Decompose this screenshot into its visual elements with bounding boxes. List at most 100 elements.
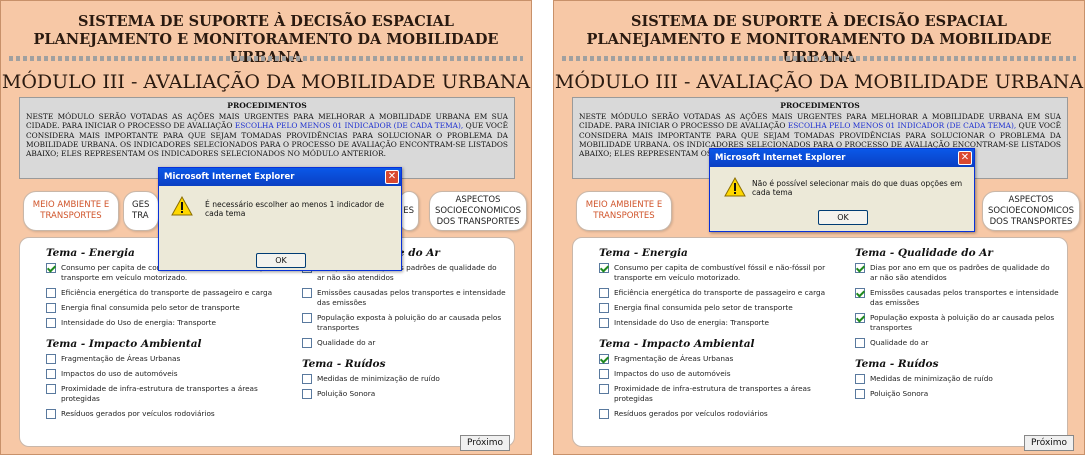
- indicator-item[interactable]: Emissões causadas pelos transportes e in…: [302, 288, 506, 308]
- indicator-item[interactable]: Consumo per capita de combustível fóssil…: [599, 263, 839, 283]
- tab-label: GES TRA: [132, 200, 150, 221]
- checkbox[interactable]: [302, 374, 312, 384]
- checkbox[interactable]: [302, 288, 312, 298]
- indicator-item[interactable]: Energia final consumida pelo setor de tr…: [46, 303, 286, 313]
- column-left: Tema - Energia Consumo per capita de com…: [46, 246, 286, 424]
- checkbox[interactable]: [855, 313, 865, 323]
- column-right: Tema - Qualidade do Ar Dias por ano em q…: [855, 246, 1059, 404]
- indicator-item[interactable]: Eficiência energética do transporte de p…: [46, 288, 286, 298]
- indicator-item[interactable]: Eficiência energética do transporte de p…: [599, 288, 839, 298]
- checkbox[interactable]: [855, 288, 865, 298]
- indicator-item[interactable]: Dias por ano em que os padrões de qualid…: [855, 263, 1059, 283]
- tab-meio-ambiente[interactable]: MEIO AMBIENTE E TRANSPORTES: [23, 191, 119, 231]
- close-icon[interactable]: ✕: [385, 170, 399, 184]
- theme-qualidade-title: Tema - Qualidade do Ar: [855, 247, 993, 259]
- checkbox[interactable]: [302, 313, 312, 323]
- system-title-line1: SISTEMA DE SUPORTE À DECISÃO ESPACIAL: [78, 13, 454, 30]
- system-title-line2: PLANEJAMENTO E MONITORAMENTO DA MOBILIDA…: [586, 31, 1052, 66]
- dialog-title: Microsoft Internet Explorer: [164, 172, 295, 182]
- tab-meio-ambiente[interactable]: MEIO AMBIENTE E TRANSPORTES: [576, 191, 672, 231]
- indicator-item[interactable]: Proximidade de infra-estrutura de transp…: [46, 384, 286, 404]
- left-screen: SISTEMA DE SUPORTE À DECISÃO ESPACIAL PL…: [0, 0, 532, 455]
- indicator-item[interactable]: Resíduos gerados por veículos rodoviário…: [46, 409, 286, 419]
- procedures-heading: PROCEDIMENTOS: [227, 101, 307, 110]
- checkbox[interactable]: [46, 369, 56, 379]
- divider: [562, 56, 1076, 61]
- indicator-item[interactable]: Fragmentação de Áreas Urbanas: [46, 354, 286, 364]
- indicator-item[interactable]: Energia final consumida pelo setor de tr…: [599, 303, 839, 313]
- alert-dialog: Microsoft Internet Explorer ✕ Não é poss…: [709, 148, 975, 232]
- system-title-line1: SISTEMA DE SUPORTE À DECISÃO ESPACIAL: [631, 13, 1007, 30]
- indicator-item[interactable]: Qualidade do ar: [302, 338, 506, 348]
- indicator-item[interactable]: Proximidade de infra-estrutura de transp…: [599, 384, 839, 404]
- checkbox[interactable]: [855, 338, 865, 348]
- checkbox[interactable]: [46, 384, 56, 394]
- divider: [9, 56, 523, 61]
- right-screen: SISTEMA DE SUPORTE À DECISÃO ESPACIAL PL…: [553, 0, 1085, 455]
- checkbox[interactable]: [46, 288, 56, 298]
- checkbox[interactable]: [302, 338, 312, 348]
- tab-label: ASPECTOS SOCIOECONOMICOS DOS TRANSPORTES: [987, 194, 1075, 227]
- alert-dialog: Microsoft Internet Explorer ✕ É necessár…: [158, 167, 402, 271]
- theme-impacto-title: Tema - Impacto Ambiental: [46, 338, 202, 350]
- tab-label: ES: [403, 205, 414, 216]
- checkbox[interactable]: [599, 354, 609, 364]
- dialog-message: Não é possível selecionar mais do que du…: [752, 179, 963, 197]
- indicator-item[interactable]: Medidas de minimização de ruído: [302, 374, 506, 384]
- checkbox[interactable]: [46, 303, 56, 313]
- checkbox[interactable]: [855, 389, 865, 399]
- indicators-panel: Tema - Energia Consumo per capita de com…: [572, 237, 1068, 447]
- procedures-highlight: ESCOLHA PELO MENOS 01 INDICADOR (DE CADA…: [234, 121, 464, 131]
- checkbox[interactable]: [599, 384, 609, 394]
- tab-label: ASPECTOS SOCIOECONOMICOS DOS TRANSPORTES: [434, 194, 522, 227]
- tab-aspectos[interactable]: ASPECTOS SOCIOECONOMICOS DOS TRANSPORTES: [429, 191, 527, 231]
- indicator-item[interactable]: Resíduos gerados por veículos rodoviário…: [599, 409, 839, 419]
- indicator-item[interactable]: População exposta à poluição do ar causa…: [302, 313, 506, 333]
- checkbox[interactable]: [302, 389, 312, 399]
- next-button[interactable]: Próximo: [460, 435, 510, 451]
- indicator-item[interactable]: Poluição Sonora: [855, 389, 1059, 399]
- checkbox[interactable]: [599, 318, 609, 328]
- module-title: MÓDULO III - AVALIAÇÃO DA MOBILIDADE URB…: [554, 71, 1084, 93]
- indicator-item[interactable]: Intensidade do Uso de energia: Transport…: [599, 318, 839, 328]
- dialog-title: Microsoft Internet Explorer: [715, 153, 846, 163]
- warning-icon: [171, 196, 193, 216]
- indicator-item[interactable]: Impactos do uso de automóveis: [599, 369, 839, 379]
- tab-partial[interactable]: ES: [399, 191, 419, 231]
- system-title-line2: PLANEJAMENTO E MONITORAMENTO DA MOBILIDA…: [33, 31, 499, 66]
- tab-label: MEIO AMBIENTE E TRANSPORTES: [585, 200, 663, 221]
- tab-aspectos[interactable]: ASPECTOS SOCIOECONOMICOS DOS TRANSPORTES: [982, 191, 1080, 231]
- indicator-item[interactable]: Impactos do uso de automóveis: [46, 369, 286, 379]
- indicator-item[interactable]: Emissões causadas pelos transportes e in…: [855, 288, 1059, 308]
- column-left: Tema - Energia Consumo per capita de com…: [599, 246, 839, 424]
- checkbox[interactable]: [855, 263, 865, 273]
- checkbox[interactable]: [46, 263, 56, 273]
- tab-gestao[interactable]: GES TRA: [123, 191, 159, 231]
- tab-label: MEIO AMBIENTE E TRANSPORTES: [32, 200, 110, 221]
- close-icon[interactable]: ✕: [958, 151, 972, 165]
- indicator-item[interactable]: Intensidade do Uso de energia: Transport…: [46, 318, 286, 328]
- checkbox[interactable]: [599, 288, 609, 298]
- checkbox[interactable]: [46, 354, 56, 364]
- dialog-message: É necessário escolher ao menos 1 indicad…: [205, 200, 385, 218]
- indicator-item[interactable]: Fragmentação de Áreas Urbanas: [599, 354, 839, 364]
- ok-button[interactable]: OK: [818, 210, 868, 225]
- indicator-item[interactable]: Poluição Sonora: [302, 389, 506, 399]
- indicator-item[interactable]: Medidas de minimização de ruído: [855, 374, 1059, 384]
- checkbox[interactable]: [46, 409, 56, 419]
- theme-ruidos-title: Tema - Ruídos: [855, 358, 939, 370]
- dialog-titlebar: Microsoft Internet Explorer ✕: [159, 168, 401, 186]
- next-button[interactable]: Próximo: [1024, 435, 1074, 451]
- checkbox[interactable]: [855, 374, 865, 384]
- checkbox[interactable]: [46, 318, 56, 328]
- checkbox[interactable]: [599, 409, 609, 419]
- dialog-titlebar: Microsoft Internet Explorer ✕: [710, 149, 974, 167]
- checkbox[interactable]: [599, 369, 609, 379]
- checkbox[interactable]: [599, 263, 609, 273]
- ok-button[interactable]: OK: [256, 253, 306, 268]
- theme-ruidos-title: Tema - Ruídos: [302, 358, 386, 370]
- procedures-highlight: ESCOLHA PELO MENOS 01 INDICADOR (DE CADA…: [787, 121, 1017, 131]
- indicator-item[interactable]: Qualidade do ar: [855, 338, 1059, 348]
- indicator-item[interactable]: População exposta à poluição do ar causa…: [855, 313, 1059, 333]
- checkbox[interactable]: [599, 303, 609, 313]
